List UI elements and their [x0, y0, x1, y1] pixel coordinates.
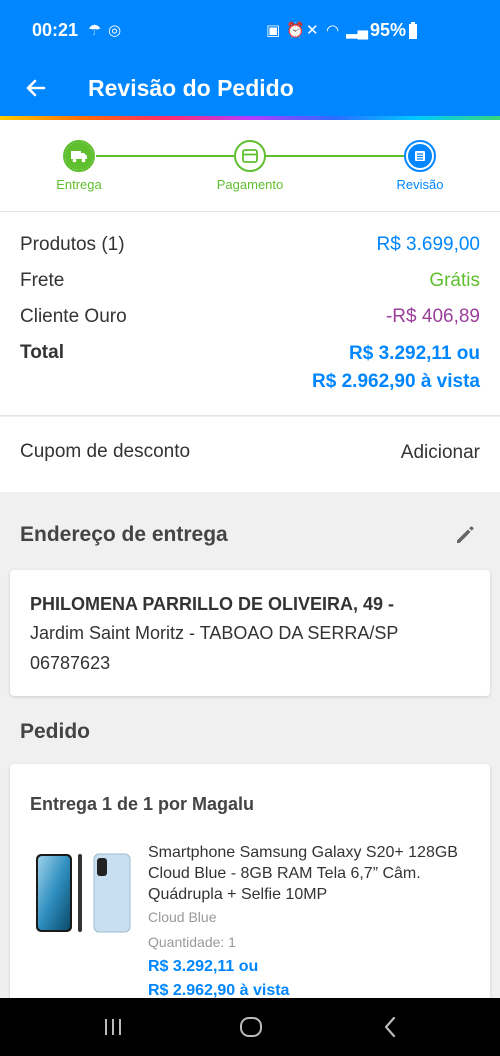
signal-icon: ▂▄ [346, 22, 369, 39]
address-street: PHILOMENA PARRILLO DE OLIVEIRA, 49 - [30, 594, 395, 614]
step-label-review: Revisão [396, 177, 444, 192]
add-coupon-button[interactable]: Adicionar [401, 442, 480, 464]
step-connector [96, 155, 234, 157]
product-price-installments: R$ 3.292,11 ou [148, 958, 259, 975]
gold-client-label: Cliente Ouro [20, 306, 127, 327]
shipping-label: Frete [20, 270, 65, 291]
product-name[interactable]: Smartphone Samsung Galaxy S20+ 128GB Clo… [148, 842, 478, 905]
total-value-cash: R$ 2.962,90 à vista [312, 371, 480, 392]
battery-level: 95% [370, 20, 407, 40]
lock-icon: ▣ [266, 22, 281, 39]
battery-icon [409, 22, 417, 39]
address-card[interactable]: PHILOMENA PARRILLO DE OLIVEIRA, 49 - Jar… [10, 570, 490, 696]
products-label: Produtos (1) [20, 234, 125, 255]
mute-icon: ✕ [306, 22, 319, 39]
step-delivery[interactable] [63, 140, 95, 172]
gold-client-discount: -R$ 406,89 [385, 306, 480, 327]
list-icon [408, 144, 432, 168]
product-quantity: Quantidade: 1 [148, 934, 236, 950]
address-section-title: Endereço de entrega [20, 523, 228, 546]
products-value: R$ 3.699,00 [376, 234, 480, 255]
wifi-icon: ◠ [326, 22, 340, 39]
order-section-title: Pedido [20, 720, 91, 743]
home-icon[interactable] [236, 1012, 266, 1042]
total-label: Total [20, 342, 64, 363]
alarm-icon: ⏰ [286, 22, 305, 39]
address-city: Jardim Saint Moritz - TABOAO DA SERRA/SP [30, 623, 399, 643]
screen: 00:21 ☂ ◎ ▣ ⏰ ✕ ◠ ▂▄ 95% Revisão do Pedi… [0, 0, 500, 1056]
delivery-title: Entrega 1 de 1 por Magalu [30, 794, 255, 814]
status-bar: 00:21 ☂ ◎ ▣ ⏰ ✕ ◠ ▂▄ 95% [0, 0, 500, 62]
step-label-payment: Pagamento [216, 177, 284, 192]
back-arrow-icon[interactable] [18, 70, 54, 106]
coupon-label: Cupom de desconto [20, 441, 191, 462]
coupon-row[interactable]: Cupom de desconto Adicionar [0, 417, 500, 492]
product-image[interactable] [32, 848, 132, 936]
recent-apps-icon[interactable] [98, 1012, 128, 1042]
system-nav-bar [0, 998, 500, 1056]
card-icon [242, 149, 258, 163]
order-summary: Produtos (1) R$ 3.699,00 Frete Grátis Cl… [0, 212, 500, 416]
shipping-value: Grátis [429, 270, 480, 291]
product-variant: Cloud Blue [148, 909, 217, 925]
step-review[interactable] [404, 140, 436, 172]
status-time: 00:21 [32, 20, 79, 40]
order-card: Entrega 1 de 1 por Magalu Smartphone Sam… [10, 764, 490, 1004]
notification-icon: ☂ [88, 22, 102, 39]
edit-pencil-icon[interactable] [452, 522, 478, 548]
address-zipcode: 06787623 [30, 653, 111, 673]
page-title: Revisão do Pedido [88, 75, 294, 101]
app-bar: Revisão do Pedido [0, 62, 500, 116]
sync-icon: ◎ [108, 22, 122, 39]
total-value-installments: R$ 3.292,11 ou [349, 343, 480, 364]
step-label-delivery: Entrega [56, 177, 102, 192]
truck-icon [65, 142, 93, 170]
step-payment[interactable] [234, 140, 266, 172]
checkout-stepper: Entrega Pagamento Revisão [0, 120, 500, 212]
back-nav-icon[interactable] [376, 1012, 406, 1042]
step-connector [266, 155, 404, 157]
